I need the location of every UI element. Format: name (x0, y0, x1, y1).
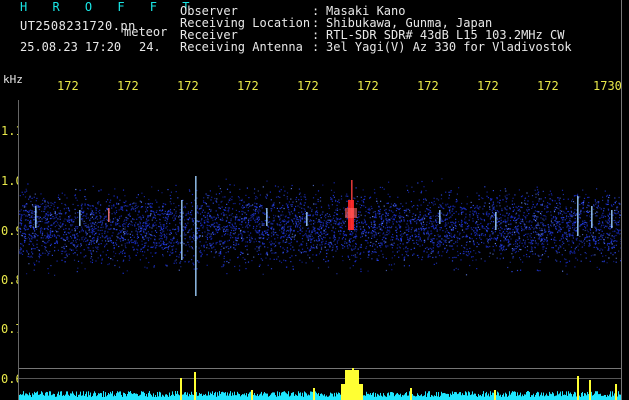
time-tick: 172 (297, 79, 319, 93)
time-tick: 172 (237, 79, 259, 93)
antenna-colon: : (312, 40, 320, 54)
time-tick: 172 (537, 79, 559, 93)
spectrogram-plot (19, 100, 621, 400)
plot-right-border (621, 0, 622, 400)
mode-label: meteor (124, 25, 168, 39)
sequence-number: 24. (139, 40, 161, 54)
antenna-value: 3el Yagi(V) Az 330 for Vladivostok (326, 40, 572, 54)
time-tick: 172 (117, 79, 139, 93)
spectrogram-canvas (19, 176, 621, 400)
timestamp: 25.08.23 17:20 (20, 40, 122, 54)
time-tick: 172 (417, 79, 439, 93)
time-tick: 172 (177, 79, 199, 93)
time-tick: 1730 (593, 79, 622, 93)
file-name: UT2508231720.pn (20, 19, 136, 33)
app-title: H R O F F T (20, 0, 199, 14)
time-tick: 172 (477, 79, 499, 93)
time-tick: 172 (357, 79, 379, 93)
time-tick: 172 (57, 79, 79, 93)
hrofft-window: H R O F F T UT2508231720.pn meteor 25.08… (0, 0, 629, 400)
antenna-label: Receiving Antenna (180, 40, 303, 54)
frequency-unit-label: kHz (3, 73, 23, 86)
